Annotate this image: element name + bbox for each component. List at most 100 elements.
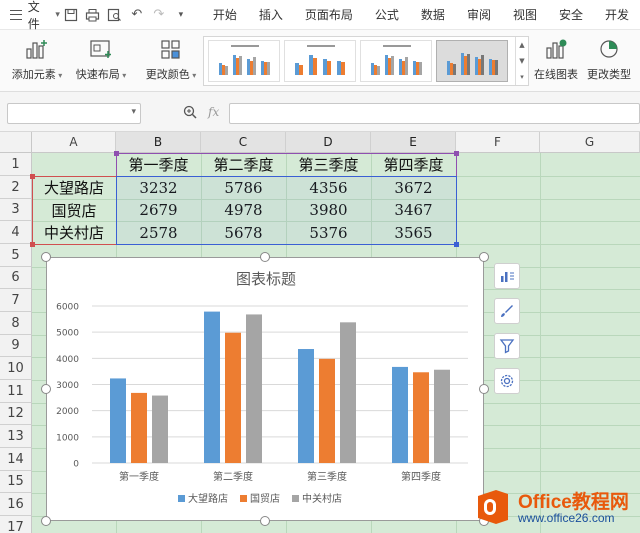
legend-label: 大望路店: [188, 492, 228, 505]
row-header-3[interactable]: 3: [0, 199, 32, 221]
resize-handle[interactable]: [260, 516, 270, 526]
row-header-4[interactable]: 4: [0, 221, 32, 244]
change-type-icon: [594, 36, 624, 62]
column-header-g[interactable]: G: [540, 132, 640, 153]
tab-review[interactable]: 审阅: [456, 0, 502, 30]
column-header-e[interactable]: E: [371, 132, 456, 153]
select-all-corner[interactable]: [0, 132, 32, 153]
legend-label: 中关村店: [302, 492, 342, 505]
range-handle[interactable]: [30, 242, 35, 247]
row-header-8[interactable]: 8: [0, 312, 32, 335]
chevron-down-icon[interactable]: ▾: [131, 107, 136, 117]
resize-handle[interactable]: [479, 384, 489, 394]
resize-handle[interactable]: [479, 252, 489, 262]
row-header-11[interactable]: 11: [0, 380, 32, 403]
watermark-brand: Office教程网: [518, 492, 629, 513]
chart-style-thumb[interactable]: [360, 40, 432, 82]
quick-access-toolbar: ↶ ↷ ▾: [60, 0, 192, 30]
online-chart-icon: [541, 36, 571, 62]
tab-formulas[interactable]: 公式: [364, 0, 410, 30]
gallery-scrollbar[interactable]: ▲ ▼ ▾: [515, 37, 528, 85]
grid-line: [540, 153, 541, 533]
range-handle[interactable]: [114, 151, 119, 156]
chart-style-thumb-selected[interactable]: [436, 40, 508, 82]
scroll-up-icon[interactable]: ▲: [519, 41, 524, 49]
tab-view[interactable]: 视图: [502, 0, 548, 30]
add-element-button[interactable]: 添加元素 ▾: [8, 36, 66, 82]
tab-insert[interactable]: 插入: [248, 0, 294, 30]
chart-title: 图表标题: [236, 270, 296, 288]
watermark-url: www.office26.com: [518, 511, 615, 525]
legend-swatch: [240, 495, 247, 502]
bar: [204, 311, 220, 463]
customize-toolbar-icon[interactable]: ▾: [170, 4, 192, 26]
x-tick-label: 第四季度: [401, 470, 441, 483]
range-handle[interactable]: [454, 242, 459, 247]
row-header-5[interactable]: 5: [0, 244, 32, 267]
x-tick-label: 第三季度: [307, 470, 347, 483]
chart-style-icon[interactable]: [494, 298, 520, 324]
print-preview-icon[interactable]: [104, 4, 126, 26]
clustered-column-chart[interactable]: 图表标题 0 1000 2000 3000 4000 5000 6000 第一季度 第二季度 第三季…: [46, 257, 484, 521]
file-menu-label: 文件: [27, 0, 40, 31]
fx-icon[interactable]: fx: [208, 105, 219, 119]
resize-handle[interactable]: [260, 252, 270, 262]
resize-handle[interactable]: [41, 384, 51, 394]
chart-style-thumb[interactable]: [208, 40, 280, 82]
row-header-14[interactable]: 14: [0, 448, 32, 471]
bar: [152, 395, 168, 463]
bar: [319, 358, 335, 463]
ribbon-tabs: 开始 插入 页面布局 公式 数据 审阅 视图 安全 开发: [202, 0, 640, 30]
row-header-6[interactable]: 6: [0, 267, 32, 289]
undo-icon[interactable]: ↶: [126, 4, 148, 26]
quick-layout-button[interactable]: 快速布局 ▾: [72, 36, 130, 82]
ribbon-chart-tools: 添加元素 ▾ 快速布局 ▾ 更改颜色 ▾ ▲ ▼ ▾ 在线图表 更改类型: [0, 30, 640, 92]
tab-security[interactable]: 安全: [548, 0, 594, 30]
row-header-7[interactable]: 7: [0, 289, 32, 312]
chart-elements-icon[interactable]: [494, 263, 520, 289]
column-header-c[interactable]: C: [201, 132, 286, 153]
save-icon[interactable]: [60, 4, 82, 26]
file-menu[interactable]: 文件 ▾: [0, 0, 60, 31]
zoom-icon[interactable]: [183, 105, 197, 123]
row-header-15[interactable]: 15: [0, 471, 32, 493]
row-header-12[interactable]: 12: [0, 403, 32, 425]
change-color-icon: [156, 36, 186, 62]
row-header-1[interactable]: 1: [0, 153, 32, 176]
online-chart-button[interactable]: 在线图表: [532, 36, 580, 82]
tab-home[interactable]: 开始: [202, 0, 248, 30]
range-handle[interactable]: [454, 151, 459, 156]
row-header-16[interactable]: 16: [0, 493, 32, 516]
change-color-button[interactable]: 更改颜色 ▾: [142, 36, 200, 82]
row-header-2[interactable]: 2: [0, 176, 32, 199]
column-header-f[interactable]: F: [456, 132, 540, 153]
chart-style-thumb[interactable]: [284, 40, 356, 82]
row-header-9[interactable]: 9: [0, 335, 32, 357]
scroll-down-icon[interactable]: ▼: [519, 57, 524, 65]
name-box[interactable]: ▾: [7, 103, 141, 124]
chart-filter-icon[interactable]: [494, 333, 520, 359]
print-icon[interactable]: [82, 4, 104, 26]
row-header-13[interactable]: 13: [0, 425, 32, 448]
bar: [392, 366, 408, 463]
formula-input[interactable]: [229, 103, 640, 124]
column-header-a[interactable]: A: [32, 132, 116, 153]
formula-bar: ▾ fx: [0, 92, 640, 132]
resize-handle[interactable]: [41, 252, 51, 262]
tab-data[interactable]: 数据: [410, 0, 456, 30]
category-range-highlight: [32, 176, 117, 245]
range-handle[interactable]: [30, 174, 35, 179]
y-tick-label: 3000: [56, 381, 79, 391]
column-header-b[interactable]: B: [116, 132, 201, 153]
tab-developer[interactable]: 开发: [594, 0, 640, 30]
chart-style-gallery[interactable]: ▲ ▼ ▾: [203, 36, 529, 86]
row-header-10[interactable]: 10: [0, 357, 32, 380]
row-header-17[interactable]: 17: [0, 516, 32, 533]
resize-handle[interactable]: [41, 516, 51, 526]
chart-settings-icon[interactable]: [494, 368, 520, 394]
gallery-expand-icon[interactable]: ▾: [520, 73, 524, 81]
tab-page-layout[interactable]: 页面布局: [294, 0, 364, 30]
change-type-button[interactable]: 更改类型: [584, 36, 634, 82]
redo-icon[interactable]: ↷: [148, 4, 170, 26]
column-header-d[interactable]: D: [286, 132, 371, 153]
